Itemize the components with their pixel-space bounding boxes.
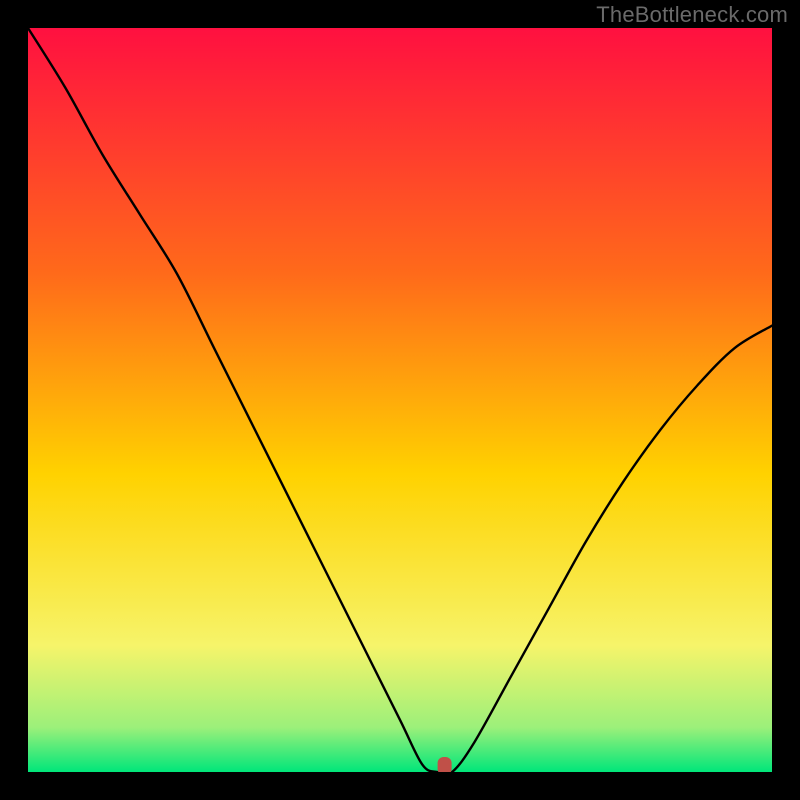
watermark-text: TheBottleneck.com — [596, 2, 788, 28]
plot-area — [28, 28, 772, 772]
chart-frame: TheBottleneck.com — [0, 0, 800, 800]
gradient-background — [28, 28, 772, 772]
optimal-marker — [438, 757, 452, 772]
bottleneck-chart — [28, 28, 772, 772]
